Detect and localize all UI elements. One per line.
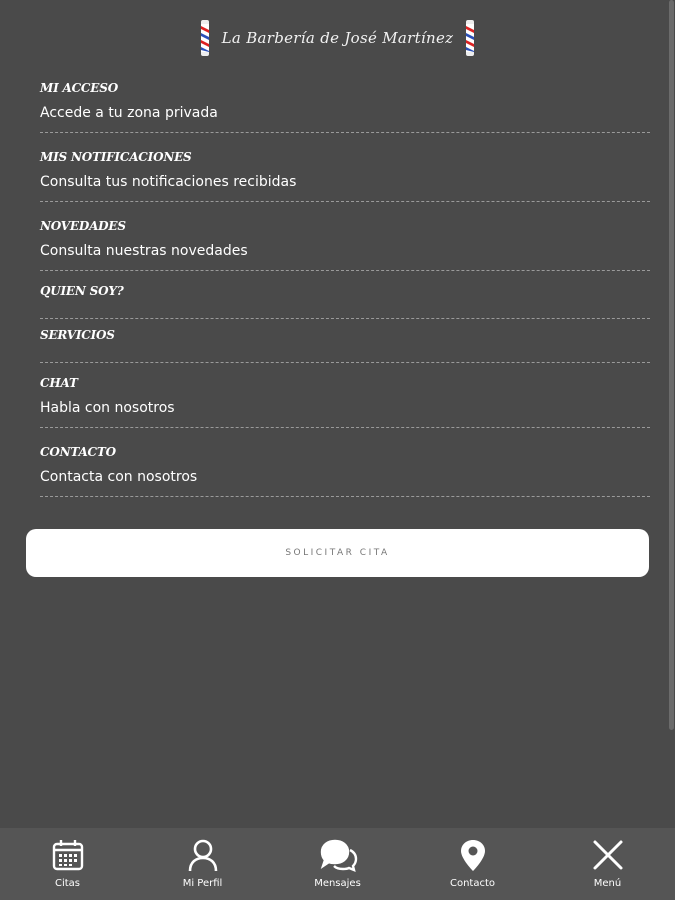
tab-label: Mensajes bbox=[314, 878, 361, 889]
bottom-tab-bar: Citas Mi Perfil Mensajes Contacto Menú bbox=[0, 828, 675, 900]
tab-citas[interactable]: Citas bbox=[0, 828, 135, 900]
menu-item-subtitle: Accede a tu zona privada bbox=[40, 105, 218, 121]
solicitar-cita-button[interactable]: SOLICITAR CITA bbox=[26, 529, 649, 577]
map-pin-icon bbox=[460, 840, 485, 871]
menu-item-title: SERVICIOS bbox=[40, 328, 115, 342]
menu-item-title: CONTACTO bbox=[40, 445, 116, 459]
menu-item-novedades[interactable]: NOVEDADES Consulta nuestras novedades bbox=[40, 214, 650, 271]
tab-mi-perfil[interactable]: Mi Perfil bbox=[135, 828, 270, 900]
user-icon bbox=[188, 839, 217, 872]
scrollbar[interactable] bbox=[669, 0, 674, 730]
close-icon bbox=[593, 840, 622, 870]
menu-item-subtitle: Contacta con nosotros bbox=[40, 469, 198, 485]
main-menu: MI ACCESO Accede a tu zona privada MIS N… bbox=[40, 76, 650, 497]
app-header: La Barbería de José Martínez bbox=[0, 0, 675, 76]
chat-bubbles-icon bbox=[320, 839, 357, 872]
barber-pole-icon bbox=[200, 20, 209, 56]
menu-item-subtitle: Consulta tus notificaciones recibidas bbox=[40, 174, 297, 190]
menu-item-quien-soy[interactable]: QUIEN SOY? bbox=[40, 275, 650, 319]
menu-item-subtitle: Habla con nosotros bbox=[40, 400, 175, 416]
menu-item-title: CHAT bbox=[40, 376, 78, 390]
tab-mensajes[interactable]: Mensajes bbox=[270, 828, 405, 900]
tab-contacto[interactable]: Contacto bbox=[405, 828, 540, 900]
menu-item-title: MIS NOTIFICACIONES bbox=[40, 150, 192, 164]
tab-menu[interactable]: Menú bbox=[540, 828, 675, 900]
menu-item-servicios[interactable]: SERVICIOS bbox=[40, 319, 650, 363]
menu-item-subtitle: Consulta nuestras novedades bbox=[40, 243, 248, 259]
calendar-icon bbox=[52, 840, 83, 871]
tab-label: Contacto bbox=[449, 878, 496, 889]
barber-pole-icon bbox=[466, 20, 475, 56]
menu-item-contacto[interactable]: CONTACTO Contacta con nosotros bbox=[40, 440, 650, 497]
menu-item-mi-acceso[interactable]: MI ACCESO Accede a tu zona privada bbox=[40, 76, 650, 133]
tab-label: Menú bbox=[593, 878, 622, 889]
menu-item-mis-notificaciones[interactable]: MIS NOTIFICACIONES Consulta tus notifica… bbox=[40, 145, 650, 202]
brand-title: La Barbería de José Martínez bbox=[221, 29, 454, 47]
menu-item-chat[interactable]: CHAT Habla con nosotros bbox=[40, 371, 650, 428]
menu-item-title: QUIEN SOY? bbox=[40, 284, 124, 298]
menu-item-title: MI ACCESO bbox=[40, 81, 118, 95]
tab-label: Mi Perfil bbox=[182, 878, 223, 889]
tab-label: Citas bbox=[54, 878, 81, 889]
menu-item-title: NOVEDADES bbox=[40, 219, 126, 233]
